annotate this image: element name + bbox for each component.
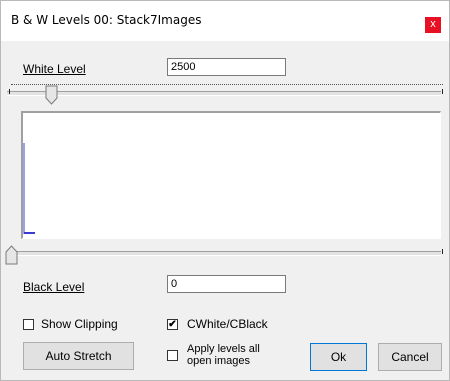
black-level-slider-thumb[interactable]: [5, 245, 19, 265]
show-clipping-label: Show Clipping: [41, 317, 118, 331]
black-level-input[interactable]: 0: [167, 275, 286, 293]
cwhite-cblack-checkbox[interactable]: ✔: [167, 319, 178, 330]
window-title: B & W Levels 00: Stack7Images: [11, 13, 202, 27]
apply-all-checkbox[interactable]: [167, 350, 178, 361]
slider-tick: [442, 89, 443, 94]
title-bar[interactable]: B & W Levels 00: Stack7Images x: [1, 1, 449, 41]
apply-all-label-line1: Apply levels all: [187, 343, 260, 355]
histogram-panel: [21, 111, 441, 239]
apply-all-label-line2: open images: [187, 355, 250, 367]
slider-tick: [442, 249, 443, 254]
slider-tick: [9, 89, 10, 94]
ok-button[interactable]: Ok: [310, 343, 367, 371]
auto-stretch-button[interactable]: Auto Stretch: [23, 342, 134, 370]
cancel-button[interactable]: Cancel: [378, 343, 442, 371]
close-icon: x: [430, 18, 436, 30]
slider-track: [7, 91, 441, 96]
slider-track: [7, 251, 441, 256]
checkmark-icon: ✔: [168, 319, 177, 330]
histogram-plot: [23, 143, 35, 234]
divider: [11, 84, 443, 85]
white-level-slider-thumb[interactable]: [45, 85, 59, 105]
white-level-label: White Level: [23, 62, 86, 76]
show-clipping-checkbox[interactable]: [23, 319, 34, 330]
white-level-input[interactable]: 2500: [167, 58, 286, 76]
close-button[interactable]: x: [425, 17, 441, 33]
levels-dialog: B & W Levels 00: Stack7Images x White Le…: [0, 0, 450, 381]
cwhite-cblack-label: CWhite/CBlack: [187, 317, 268, 331]
apply-all-label: Apply levels all open images: [187, 343, 260, 367]
black-level-label: Black Level: [23, 280, 85, 294]
